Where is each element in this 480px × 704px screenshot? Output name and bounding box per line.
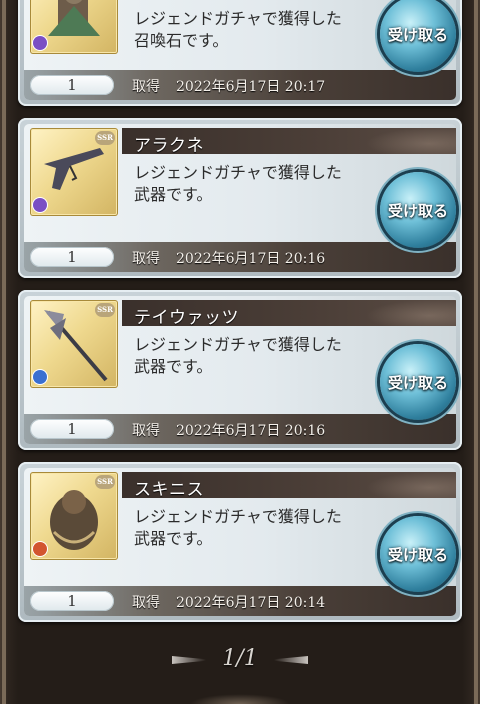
summon-stone-icon — [30, 0, 118, 54]
present-card: レジェンドガチャで獲得した召喚石です。 1 取得 2022年6月17日 20:1… — [18, 0, 462, 106]
rarity-badge: SSR — [95, 303, 115, 317]
acquired-label: 取得 — [132, 595, 160, 611]
receive-button-label: 受け取る — [387, 26, 448, 44]
idol-icon: SSR — [30, 472, 118, 560]
element-icon — [33, 542, 47, 556]
acquired-label: 取得 — [132, 423, 160, 439]
item-description: レジェンドガチャで獲得した武器です。 — [134, 507, 342, 548]
acquired-label: 取得 — [132, 251, 160, 267]
receive-button-label: 受け取る — [387, 546, 448, 564]
item-name: アラクネ — [134, 136, 204, 156]
acquired-date: 2022年6月17日 20:14 — [176, 595, 326, 611]
halberd-icon: SSR — [30, 300, 118, 388]
pagination: 1/1 — [0, 640, 480, 680]
frame-edge-left — [2, 0, 6, 704]
rarity-badge: SSR — [95, 131, 115, 145]
receive-button[interactable]: 受け取る — [380, 344, 456, 420]
acquired-date: 2022年6月17日 20:16 — [176, 251, 326, 267]
frame-edge-right — [474, 0, 478, 704]
item-description: レジェンドガチャで獲得した武器です。 — [134, 335, 342, 376]
item-footer: 1 取得 2022年6月17日 20:14 — [24, 586, 456, 616]
present-card: アラクネ SSR レジェンドガチャで獲得した武器です。 1 取得 2022年6月… — [18, 118, 462, 278]
item-footer: 1 取得 2022年6月17日 20:16 — [24, 242, 456, 272]
rarity-badge: SSR — [95, 475, 115, 489]
bottom-ornament — [190, 694, 290, 704]
item-footer: 1 取得 2022年6月17日 20:16 — [24, 414, 456, 444]
item-count: 1 — [30, 591, 114, 611]
item-count: 1 — [30, 75, 114, 95]
acquired-label: 取得 — [132, 79, 160, 95]
element-icon — [33, 36, 47, 50]
item-description: レジェンドガチャで獲得した召喚石です。 — [134, 9, 342, 50]
item-name: スキニス — [134, 480, 204, 500]
item-name-bar: アラクネ — [122, 128, 456, 156]
item-count: 1 — [30, 419, 114, 439]
receive-button-label: 受け取る — [387, 202, 448, 220]
item-name-bar: テイウァッツ — [122, 300, 456, 328]
element-icon — [33, 370, 47, 384]
receive-button[interactable]: 受け取る — [380, 516, 456, 592]
acquired-date: 2022年6月17日 20:17 — [176, 79, 326, 95]
element-icon — [33, 198, 47, 212]
receive-button[interactable]: 受け取る — [380, 172, 456, 248]
acquired-date: 2022年6月17日 20:16 — [176, 423, 326, 439]
present-card: スキニス SSR レジェンドガチャで獲得した武器です。 1 取得 2022年6月… — [18, 462, 462, 622]
item-name-bar: スキニス — [122, 472, 456, 500]
receive-button-label: 受け取る — [387, 374, 448, 392]
item-description: レジェンドガチャで獲得した武器です。 — [134, 163, 342, 204]
gun-icon: SSR — [30, 128, 118, 216]
item-footer: 1 取得 2022年6月17日 20:17 — [24, 70, 456, 100]
item-count: 1 — [30, 247, 114, 267]
page-indicator: 1/1 — [222, 646, 258, 671]
item-name: テイウァッツ — [134, 308, 239, 328]
present-card: テイウァッツ SSR レジェンドガチャで獲得した武器です。 1 取得 2022年… — [18, 290, 462, 450]
